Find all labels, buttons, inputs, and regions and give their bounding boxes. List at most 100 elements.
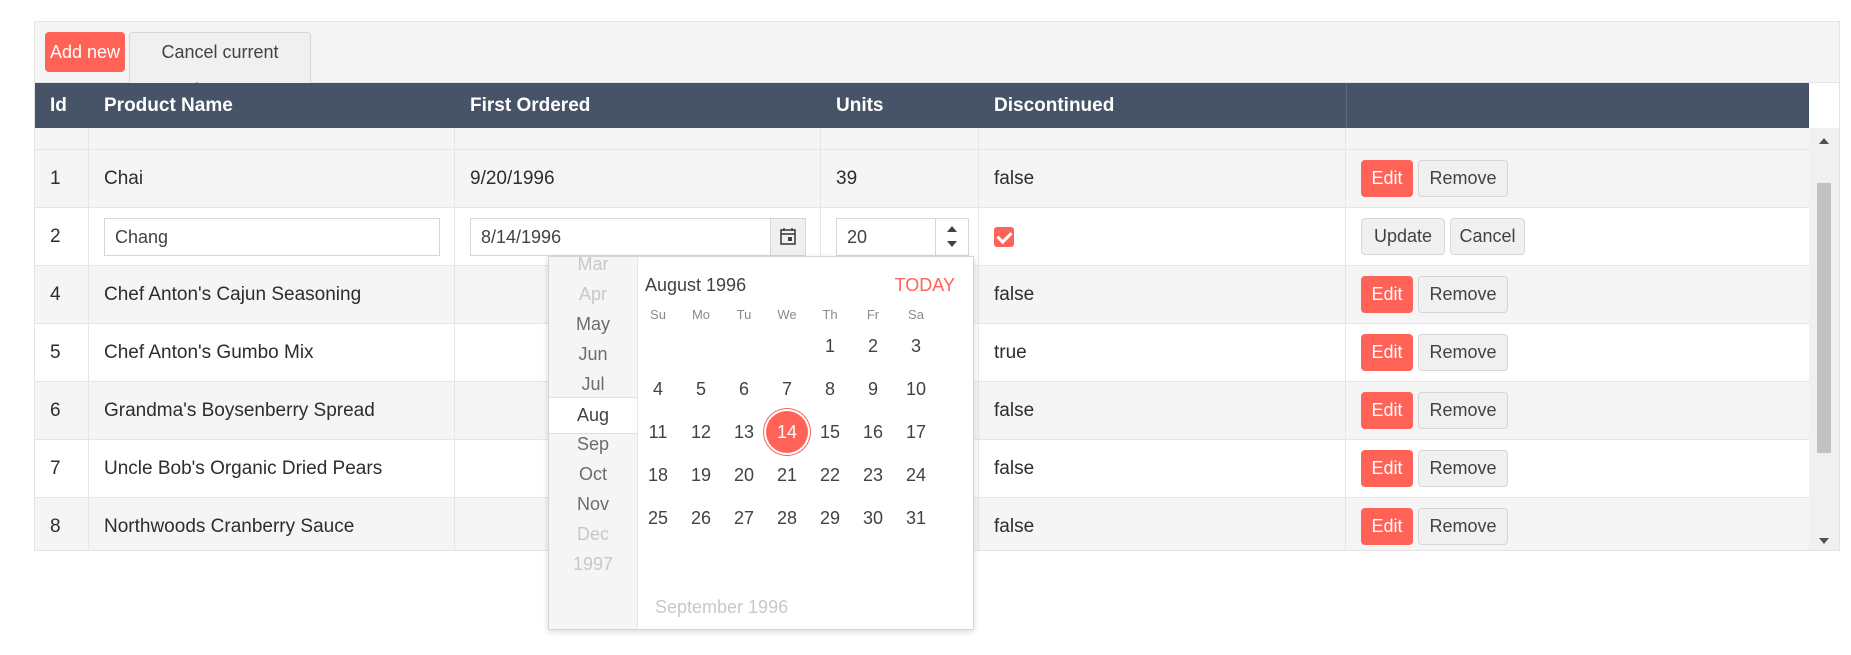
product-name-input[interactable]: Chang: [104, 218, 440, 256]
day-cell[interactable]: 2: [852, 325, 894, 367]
table-row: 1 Chai 9/20/1996 39 false Edit Remove: [35, 150, 1809, 208]
weekday-header: Sa: [908, 307, 924, 322]
units-input-value[interactable]: 20: [847, 219, 867, 255]
day-cell[interactable]: 29: [809, 497, 851, 539]
scrollbar-thumb[interactable]: [1817, 183, 1831, 453]
day-cell[interactable]: 25: [637, 497, 679, 539]
cell-commands: Edit Remove: [1346, 266, 1809, 324]
day-cell[interactable]: 22: [809, 454, 851, 496]
cell-commands: [1346, 128, 1809, 150]
cell-discontinued: false: [979, 498, 1346, 550]
cell-commands: Edit Remove: [1346, 382, 1809, 440]
cell-discontinued: false: [979, 382, 1346, 440]
day-cell[interactable]: 9: [852, 368, 894, 410]
increase-icon[interactable]: [947, 226, 957, 232]
edit-button[interactable]: Edit: [1361, 508, 1413, 545]
day-cell[interactable]: 4: [637, 368, 679, 410]
scroll-down-icon[interactable]: [1819, 538, 1829, 544]
remove-button[interactable]: Remove: [1418, 276, 1508, 313]
day-cell[interactable]: 27: [723, 497, 765, 539]
weekday-header: Tu: [736, 307, 752, 322]
day-cell[interactable]: 12: [680, 411, 722, 453]
date-picker-input[interactable]: 8/14/1996: [470, 218, 806, 256]
add-new-button[interactable]: Add new: [45, 32, 125, 72]
day-cell[interactable]: 30: [852, 497, 894, 539]
day-cell[interactable]: 10: [895, 368, 937, 410]
remove-button[interactable]: Remove: [1418, 392, 1508, 429]
update-button[interactable]: Update: [1361, 218, 1445, 255]
scroll-up-icon[interactable]: [1819, 138, 1829, 144]
day-cell[interactable]: 18: [637, 454, 679, 496]
cell-name: Chai: [89, 150, 455, 208]
cell-id: 8: [35, 498, 89, 550]
cell-first-ordered: [455, 128, 821, 150]
day-cell[interactable]: 26: [680, 497, 722, 539]
vertical-scrollbar[interactable]: [1809, 128, 1839, 550]
day-cell[interactable]: 19: [680, 454, 722, 496]
day-cell[interactable]: 3: [895, 325, 937, 367]
edit-button[interactable]: Edit: [1361, 450, 1413, 487]
day-cell[interactable]: 31: [895, 497, 937, 539]
day-cell[interactable]: 7: [766, 368, 808, 410]
spinner-arrows-icon[interactable]: [935, 219, 968, 255]
cell-name: Chef Anton's Gumbo Mix: [89, 324, 455, 382]
day-cell-selected[interactable]: 14: [766, 411, 808, 453]
cell-commands: Edit Remove: [1346, 440, 1809, 498]
edit-button[interactable]: Edit: [1361, 392, 1413, 429]
cell-first-ordered: 9/20/1996: [455, 150, 821, 208]
edit-button[interactable]: Edit: [1361, 160, 1413, 197]
cell-id: [35, 128, 89, 150]
weekday-header: Mo: [691, 307, 711, 322]
remove-button[interactable]: Remove: [1418, 160, 1508, 197]
cell-id: 5: [35, 324, 89, 382]
day-cell[interactable]: 8: [809, 368, 851, 410]
cell-name: Northwoods Cranberry Sauce: [89, 498, 455, 550]
cell-units: [821, 128, 979, 150]
header-product-name[interactable]: Product Name: [89, 83, 455, 128]
cell-discontinued: true: [979, 324, 1346, 382]
day-cell[interactable]: 16: [852, 411, 894, 453]
day-cell[interactable]: 24: [895, 454, 937, 496]
remove-button[interactable]: Remove: [1418, 334, 1508, 371]
day-cell[interactable]: 6: [723, 368, 765, 410]
cell-discontinued: false: [979, 266, 1346, 324]
cell-commands: Edit Remove: [1346, 498, 1809, 550]
day-cell[interactable]: 1: [809, 325, 851, 367]
units-numeric-input[interactable]: 20: [836, 218, 969, 256]
date-input-value[interactable]: 8/14/1996: [481, 219, 561, 255]
cell-discontinued: false: [979, 150, 1346, 208]
remove-button[interactable]: Remove: [1418, 508, 1508, 545]
cancel-button[interactable]: Cancel: [1450, 218, 1525, 255]
day-cell[interactable]: 20: [723, 454, 765, 496]
cell-commands: Edit Remove: [1346, 324, 1809, 382]
calendar-title[interactable]: August 1996: [645, 275, 746, 296]
edit-button[interactable]: Edit: [1361, 334, 1413, 371]
day-cell[interactable]: 15: [809, 411, 851, 453]
decrease-icon[interactable]: [947, 241, 957, 247]
checkbox-checked-icon[interactable]: [994, 227, 1014, 247]
cell-name: Chef Anton's Cajun Seasoning: [89, 266, 455, 324]
weekday-header: Su: [650, 307, 666, 322]
cell-name: Chang: [89, 208, 455, 266]
header-first-ordered[interactable]: First Ordered: [455, 83, 821, 128]
day-cell[interactable]: 28: [766, 497, 808, 539]
day-cell[interactable]: 5: [680, 368, 722, 410]
cell-commands: Update Cancel: [1346, 208, 1809, 266]
calendar-icon: [780, 228, 796, 245]
day-cell[interactable]: 23: [852, 454, 894, 496]
day-cell[interactable]: 17: [895, 411, 937, 453]
day-cell[interactable]: 13: [723, 411, 765, 453]
header-id[interactable]: Id: [35, 83, 89, 128]
day-cell[interactable]: 21: [766, 454, 808, 496]
table-row: [35, 128, 1809, 150]
calendar-toggle-button[interactable]: [770, 219, 805, 255]
remove-button[interactable]: Remove: [1418, 450, 1508, 487]
header-units[interactable]: Units: [821, 83, 979, 128]
edit-button[interactable]: Edit: [1361, 276, 1413, 313]
next-month-title: September 1996: [655, 597, 789, 617]
header-discontinued[interactable]: Discontinued: [979, 83, 1346, 128]
day-cell[interactable]: 11: [637, 411, 679, 453]
year-item[interactable]: 1997: [549, 547, 637, 582]
today-button[interactable]: TODAY: [895, 275, 955, 296]
cell-name: Uncle Bob's Organic Dried Pears: [89, 440, 455, 498]
